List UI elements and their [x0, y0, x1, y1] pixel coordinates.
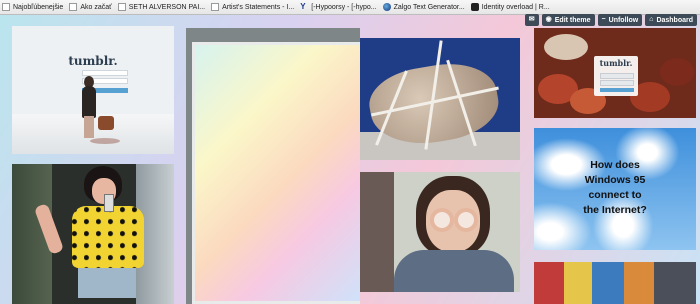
tumblr-login-panel: tumblr. — [594, 56, 638, 96]
bookmark-label: SETH ALVERSON PAI... — [128, 3, 206, 11]
tumblr-logo: tumblr. — [68, 54, 118, 68]
pastel-screen — [192, 42, 360, 304]
yahoo-icon: Y — [300, 2, 306, 11]
unfollow-button[interactable]: − Unfollow — [597, 14, 643, 26]
eye-icon: ◉ — [545, 16, 552, 23]
bookmark-label: Zalgo Text Generator... — [393, 3, 465, 11]
page-icon — [211, 3, 220, 11]
post-windows95-question[interactable]: How does Windows 95 connect to the Inter… — [534, 128, 696, 250]
bookmark-label: Najobľúbenejšie — [13, 3, 64, 11]
graffiti-segment — [654, 262, 696, 304]
bookmark-artists-statements[interactable]: Artist's Statements - I... — [209, 0, 298, 14]
bookmark-hypoorsy[interactable]: Y [-Hypoorsy - [-hypo... — [298, 0, 380, 14]
globe-icon — [382, 3, 391, 11]
person-figure — [78, 76, 100, 138]
question-line: How does — [590, 159, 640, 171]
bookmark-label: Ako začať — [80, 3, 112, 11]
dashboard-label: Dashboard — [656, 16, 693, 24]
login-button-graphic — [600, 88, 634, 92]
post-tumblr-login-photo[interactable]: tumblr. — [12, 26, 174, 154]
phone — [104, 194, 114, 212]
question-text: How does Windows 95 connect to the Inter… — [534, 158, 696, 218]
torso — [394, 250, 514, 292]
graffiti-segment — [564, 262, 592, 304]
plate — [544, 34, 588, 60]
page-icon — [69, 3, 78, 11]
dashboard-button[interactable]: ⌂ Dashboard — [645, 14, 697, 26]
shirt — [72, 206, 144, 268]
message-button[interactable]: ✉ — [524, 14, 539, 26]
question-line: connect to — [588, 189, 642, 201]
hand-ring — [454, 208, 478, 232]
post-tumblr-food-photo[interactable]: tumblr. — [534, 28, 696, 118]
graffiti-segment — [534, 262, 564, 304]
bookmark-label: Artist's Statements - I... — [222, 3, 295, 11]
post-graffiti-photo[interactable] — [534, 262, 696, 304]
hand-ring — [430, 208, 454, 232]
unfollow-label: Unfollow — [608, 16, 639, 24]
identity-icon — [470, 3, 479, 11]
tumblr-logo: tumblr. — [599, 58, 633, 68]
bookmark-label: [-Hypoorsy - [-hypo... — [311, 3, 377, 11]
post-hand-glasses-photo[interactable] — [360, 172, 520, 292]
bookmark-seth-alverson[interactable]: SETH ALVERSON PAI... — [116, 0, 209, 14]
shelf — [360, 172, 394, 292]
field — [600, 80, 634, 86]
graffiti-segment — [624, 262, 654, 304]
field — [600, 73, 634, 79]
food — [660, 58, 694, 86]
tumblr-controls: ✉ ◉ Edit theme − Unfollow ⌂ Dashboard — [524, 14, 697, 26]
folder-icon — [2, 3, 10, 11]
bookmarks-bar: Najobľúbenejšie Ako začať SETH ALVERSON … — [0, 0, 700, 15]
bag — [98, 116, 114, 130]
bookmark-zalgo[interactable]: Zalgo Text Generator... — [381, 0, 469, 14]
question-line: Windows 95 — [584, 174, 646, 186]
page-icon — [117, 3, 126, 11]
home-icon: ⌂ — [649, 16, 654, 23]
bookmark-ako-zacat[interactable]: Ako začať — [67, 0, 115, 14]
question-line: the Internet? — [583, 204, 647, 216]
puddle — [90, 138, 120, 144]
post-pastel-screen[interactable] — [186, 28, 360, 304]
graffiti-segment — [592, 262, 624, 304]
post-selfie-photo[interactable] — [12, 164, 174, 304]
post-rope-rock[interactable] — [360, 38, 520, 160]
edit-theme-button[interactable]: ◉ Edit theme — [541, 14, 595, 26]
bookmark-identity-overload[interactable]: Identity overload | R... — [469, 0, 554, 14]
mail-icon: ✉ — [528, 16, 535, 23]
edit-theme-label: Edit theme — [554, 16, 591, 24]
bookmark-label: Identity overload | R... — [481, 3, 550, 11]
minus-icon: − — [601, 16, 606, 23]
bookmark-favorites[interactable]: Najobľúbenejšie — [0, 0, 67, 14]
shorts — [78, 268, 136, 298]
